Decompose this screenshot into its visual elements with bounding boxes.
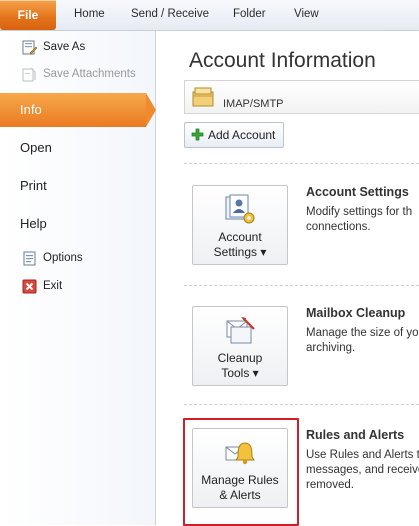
mailbox-cleanup-desc-line2: archiving. (306, 342, 356, 354)
nav-print[interactable]: Print (0, 169, 155, 203)
save-as-icon (22, 40, 37, 55)
mailbox-cleanup-title: Mailbox Cleanup (306, 306, 406, 320)
nav-open[interactable]: Open (0, 131, 155, 165)
nav-info-label: Info (20, 102, 42, 117)
cleanup-tools-button-label: Cleanup Tools ▾ (217, 351, 263, 380)
add-account-button[interactable]: Add Account (184, 122, 284, 148)
account-settings-desc-line2: connections. (306, 221, 371, 233)
nav-save-attachments: Save Attachments (0, 64, 155, 86)
tab-send-receive[interactable]: Send / Receive (131, 8, 209, 20)
nav-exit-label: Exit (43, 280, 63, 292)
exit-icon (22, 279, 37, 294)
rules-alerts-desc-line3: removed. (306, 479, 354, 491)
highlight-box (183, 418, 299, 526)
nav-options-label: Options (43, 252, 83, 264)
nav-save-as-label: Save As (43, 41, 86, 53)
account-settings-button-label: Account Settings ▾ (213, 230, 267, 259)
nav-open-label: Open (20, 140, 52, 155)
nav-save-attachments-label: Save Attachments (43, 68, 136, 80)
rules-alerts-title: Rules and Alerts (306, 428, 405, 442)
nav-print-label: Print (20, 178, 47, 193)
account-selector[interactable]: IMAP/SMTP (184, 80, 419, 114)
account-settings-title: Account Settings (306, 185, 409, 199)
save-attachments-icon (22, 67, 36, 82)
account-settings-desc-line1: Modify settings for th (306, 206, 413, 218)
backstage-nav: Save As Save Attachments Info Open Print… (0, 31, 156, 525)
mailbox-cleanup-desc-line1: Manage the size of yo (306, 327, 419, 339)
tab-home[interactable]: Home (74, 8, 105, 20)
nav-info[interactable]: Info (0, 93, 156, 127)
nav-options[interactable]: Options (0, 248, 155, 270)
nav-help-label: Help (20, 216, 47, 231)
page-title: Account Information (189, 49, 376, 72)
tab-file[interactable]: File (0, 0, 56, 30)
account-type-label: IMAP/SMTP (223, 98, 284, 110)
add-account-label: Add Account (208, 128, 276, 142)
divider (184, 285, 419, 286)
account-settings-icon (225, 194, 255, 224)
plus-icon (191, 128, 204, 141)
ribbon-tab-bar: File Home Send / Receive Folder View (0, 0, 419, 31)
tab-folder[interactable]: Folder (233, 8, 266, 20)
cleanup-tools-button[interactable]: Cleanup Tools ▾ (192, 306, 288, 386)
nav-save-as[interactable]: Save As (0, 37, 155, 59)
divider (184, 163, 419, 164)
rules-alerts-desc-line2: messages, and receive (306, 464, 419, 476)
nav-help[interactable]: Help (0, 207, 155, 241)
account-settings-button[interactable]: Account Settings ▾ (192, 185, 288, 265)
account-info-panel: Account Information IMAP/SMTP Add Accoun… (156, 31, 419, 526)
cleanup-tools-icon (226, 317, 255, 344)
mail-folders-icon (192, 87, 214, 107)
options-icon (23, 251, 36, 266)
nav-exit[interactable]: Exit (0, 276, 155, 298)
tab-view[interactable]: View (294, 8, 319, 20)
divider (184, 404, 419, 405)
rules-alerts-desc-line1: Use Rules and Alerts t (306, 449, 419, 461)
